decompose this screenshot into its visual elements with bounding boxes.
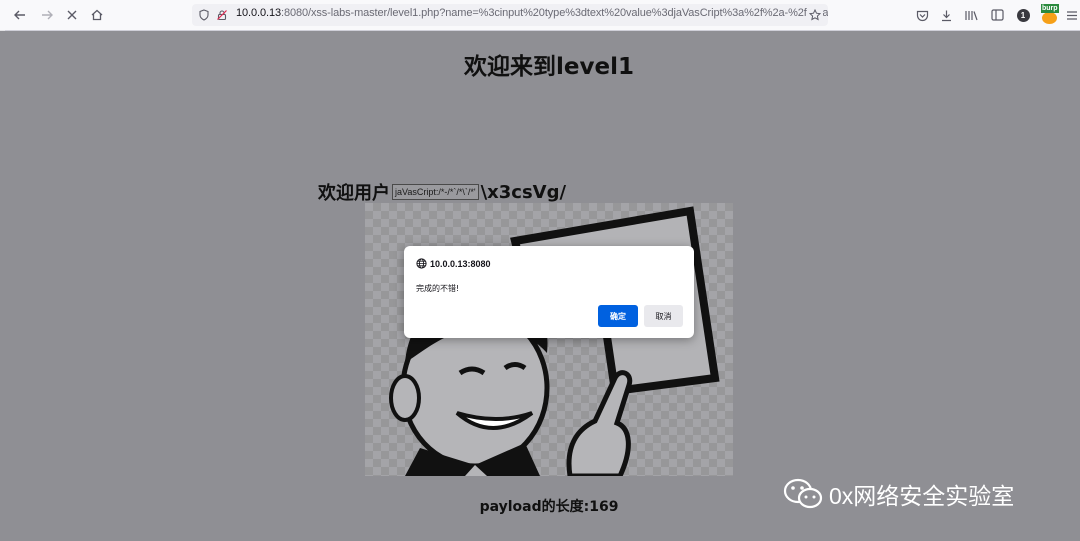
shield-icon[interactable] (196, 7, 212, 23)
library-icon[interactable] (961, 5, 981, 25)
burp-badge: burp (1041, 4, 1059, 13)
wechat-icon (783, 478, 823, 509)
dialog-message: 完成的不错! (416, 284, 460, 293)
menu-icon[interactable] (1062, 5, 1080, 25)
back-button[interactable] (10, 5, 30, 25)
arrow-left-icon (14, 10, 25, 20)
injected-input[interactable]: jaVasCript:/*-/*`/*\`/*' (392, 184, 479, 200)
url-text[interactable]: 10.0.0.13:8080/xss-labs-master/level1.ph… (236, 7, 828, 19)
level-image: un (365, 203, 733, 479)
forward-button[interactable] (37, 5, 57, 25)
home-icon (91, 9, 103, 21)
browser-toolbar: 10.0.0.13:8080/xss-labs-master/level1.ph… (0, 0, 1080, 31)
address-bar[interactable]: 10.0.0.13:8080/xss-labs-master/level1.ph… (192, 4, 828, 26)
notification-badge[interactable]: 1 (1013, 5, 1033, 25)
insecure-lock-icon[interactable] (214, 7, 230, 23)
close-icon (67, 10, 77, 20)
url-path: :8080/xss-labs-master/level1.php?name=%3… (280, 7, 828, 19)
home-button[interactable] (87, 5, 107, 25)
cancel-button[interactable]: 取消 (644, 305, 683, 327)
globe-icon (416, 258, 427, 269)
sidebar-icon[interactable] (987, 5, 1007, 25)
stop-button[interactable] (62, 5, 82, 25)
burp-logo-shape (1042, 12, 1057, 24)
arrow-right-icon (42, 10, 53, 20)
page-title: 欢迎来到level1 (464, 54, 634, 80)
dialog-origin-text: 10.0.0.13:8080 (430, 258, 491, 269)
download-icon[interactable] (936, 5, 956, 25)
watermark-text: 0x网络安全实验室 (829, 483, 1015, 509)
alert-dialog: 10.0.0.13:8080 完成的不错! 确定 取消 (404, 246, 694, 338)
url-host: 10.0.0.13 (236, 7, 281, 19)
cartoon-man-image: un (389, 206, 720, 479)
pocket-icon[interactable] (912, 5, 932, 25)
dialog-origin: 10.0.0.13:8080 (416, 258, 491, 269)
bookmark-star-icon[interactable] (807, 7, 823, 23)
welcome-prefix: 欢迎用户 (318, 183, 390, 204)
wechat-watermark: 0x网络安全实验室 (783, 477, 1014, 511)
burp-extension-icon[interactable]: burp (1040, 4, 1060, 25)
welcome-line: 欢迎用户 jaVasCript:/*-/*`/*\`/*' \x3csVg/ (318, 179, 566, 205)
welcome-suffix: \x3csVg/ (480, 181, 567, 203)
ok-button[interactable]: 确定 (598, 305, 638, 327)
